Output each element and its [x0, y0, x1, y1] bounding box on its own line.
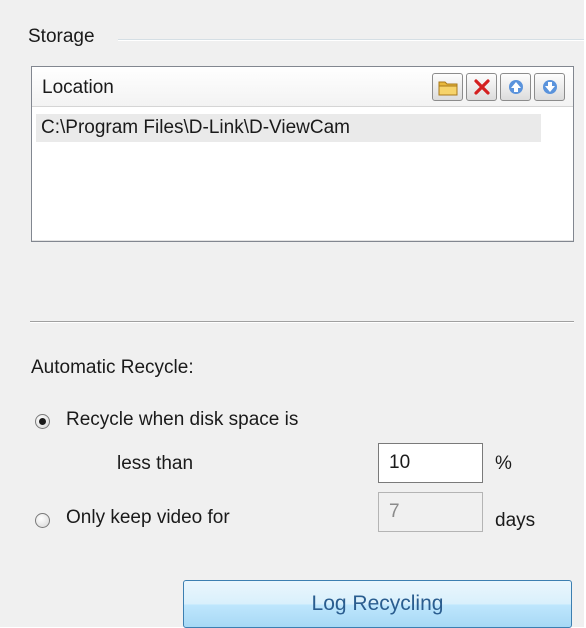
location-toolbar: [432, 73, 565, 101]
keep-video-days-label[interactable]: Only keep video for: [66, 507, 230, 529]
recycle-disk-space-label[interactable]: Recycle when disk space is: [66, 409, 298, 431]
recycle-disk-space-radio[interactable]: [35, 414, 50, 429]
percent-unit-label: %: [495, 453, 512, 474]
storage-group-line-highlight: [118, 40, 584, 41]
keep-video-days-input[interactable]: 7: [378, 492, 483, 532]
list-bottom-edge: [32, 240, 573, 241]
log-recycling-button[interactable]: Log Recycling: [183, 580, 572, 628]
days-unit-label: days: [495, 510, 536, 531]
automatic-recycle-heading: Automatic Recycle:: [31, 357, 194, 378]
storage-group-title: Storage: [28, 26, 99, 48]
storage-location-list[interactable]: Location C:\Program Files\D-Link\D-ViewC…: [31, 66, 574, 242]
move-down-button[interactable]: [534, 73, 565, 101]
location-column-header: Location: [42, 77, 114, 98]
arrow-up-icon: [508, 80, 523, 94]
location-list-item[interactable]: C:\Program Files\D-Link\D-ViewCam: [36, 114, 541, 142]
keep-video-days-radio[interactable]: [35, 513, 50, 528]
folder-icon: [438, 81, 457, 95]
delete-icon: [473, 79, 490, 95]
arrow-down-icon: [542, 80, 557, 94]
move-up-button[interactable]: [500, 73, 531, 101]
radio-selected-dot: [39, 418, 46, 425]
section-divider-highlight: [30, 322, 574, 323]
location-list-header: Location: [32, 67, 573, 107]
disk-space-percent-input[interactable]: 10: [378, 443, 483, 483]
less-than-label: less than: [117, 453, 194, 474]
add-folder-button[interactable]: [432, 73, 463, 101]
settings-panel: Storage Location C:\Program Files\D-Link…: [0, 0, 586, 628]
delete-location-button[interactable]: [466, 73, 497, 101]
